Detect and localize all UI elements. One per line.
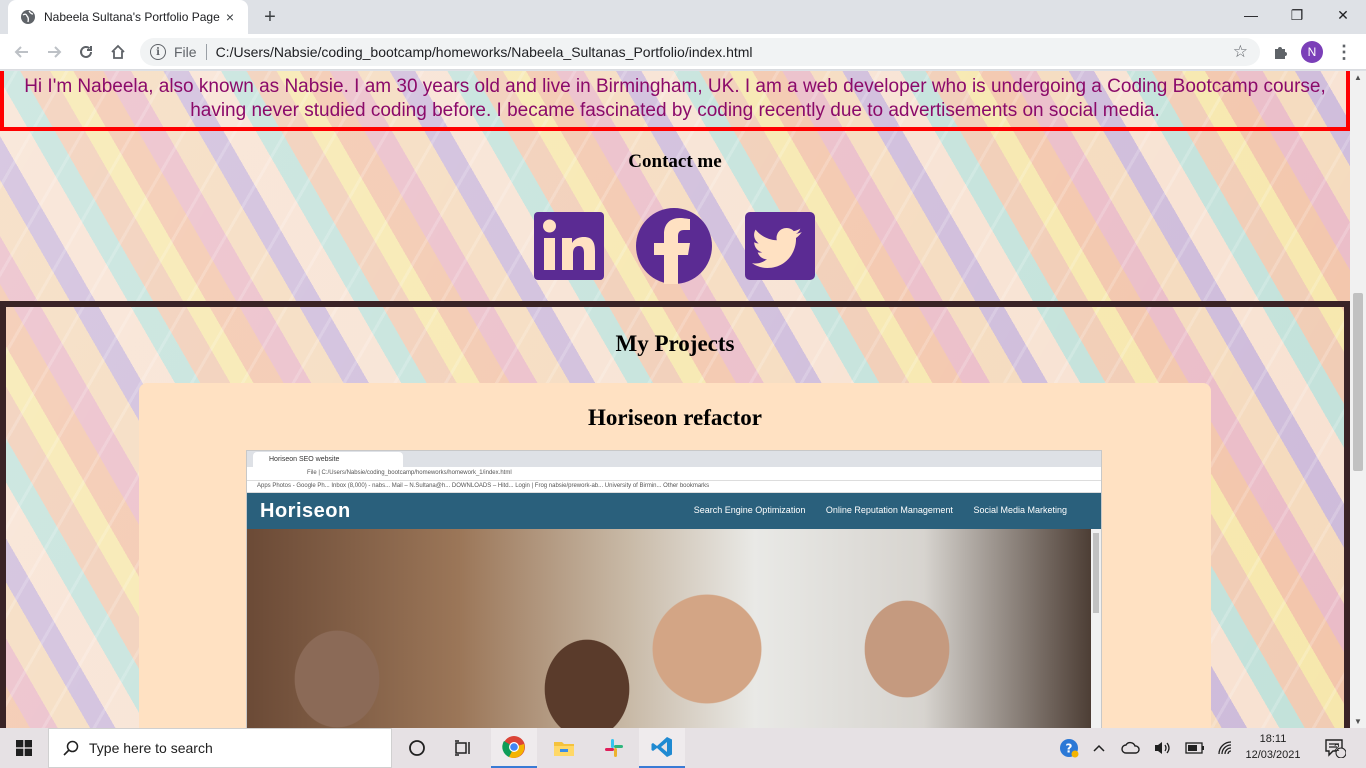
extensions-puzzle-icon[interactable] [1270,40,1290,64]
facebook-icon [636,208,712,284]
chrome-taskbar-icon[interactable] [491,728,537,768]
screenshot-nav-item: Social Media Marketing [973,505,1067,515]
screenshot-address-bar: File | C:/Users/Nabsie/coding_bootcamp/h… [247,467,1101,481]
back-arrow-icon[interactable] [8,38,36,66]
taskbar-search-box[interactable]: Type here to search [48,728,392,768]
browser-toolbar: i File C:/Users/Nabsie/coding_bootcamp/h… [0,34,1366,70]
page-scrollbar[interactable]: ▲ ▼ [1350,71,1366,728]
scrollbar-thumb[interactable] [1353,293,1363,471]
reload-icon[interactable] [72,38,100,66]
battery-icon[interactable] [1184,738,1206,758]
twitter-link[interactable] [741,207,819,285]
new-tab-button[interactable]: + [258,5,282,29]
projects-section: My Projects Horiseon refactor Horiseon S… [0,301,1350,728]
screenshot-tab-title: Horiseon SEO website [253,452,403,467]
clock-date: 12/03/2021 [1245,749,1301,761]
restore-button[interactable]: ❐ [1274,0,1320,30]
windows-taskbar: Type here to search ? 18:11 12/03/2021 2 [0,728,1366,768]
taskbar-clock[interactable]: 18:11 12/03/2021 [1240,731,1306,763]
notification-count: 2 [1334,743,1340,754]
browser-tab-strip: Nabeela Sultana's Portfolio Page × + — ❐… [0,0,1366,34]
task-view-cortana-icon[interactable] [394,728,440,768]
linkedin-link[interactable] [530,207,608,285]
search-icon [63,740,79,756]
tab-title: Nabeela Sultana's Portfolio Page [44,10,220,24]
screenshot-nav: Search Engine Optimization Online Reputa… [676,505,1067,515]
onedrive-cloud-icon[interactable] [1120,738,1142,758]
windows-start-button[interactable] [0,728,48,768]
screenshot-bookmarks-bar: Apps Photos - Google Ph... Inbox (8,000)… [247,481,1101,493]
screenshot-tab-strip: Horiseon SEO website [247,451,1101,467]
home-icon[interactable] [104,38,132,66]
browser-tab[interactable]: Nabeela Sultana's Portfolio Page × [8,0,248,34]
screenshot-scrollbar [1091,529,1101,728]
address-scheme-label: File [174,44,197,60]
file-explorer-icon[interactable] [541,728,587,768]
bookmark-star-icon[interactable]: ☆ [1233,42,1248,62]
browser-menu-icon[interactable]: ⋮ [1335,40,1353,64]
windows-logo-icon [16,740,32,756]
slack-icon[interactable] [591,728,637,768]
screenshot-nav-item: Search Engine Optimization [693,505,806,515]
volume-icon[interactable] [1152,738,1172,758]
project-screenshot[interactable]: Horiseon SEO website File | C:/Users/Nab… [246,450,1102,728]
screenshot-nav-item: Online Reputation Management [825,505,953,515]
task-view-icon[interactable] [440,728,486,768]
help-badge-icon[interactable]: ? [1058,738,1080,758]
projects-heading: My Projects [615,331,735,356]
project-card[interactable]: Horiseon refactor Horiseon SEO website F… [139,383,1211,728]
forward-arrow-icon[interactable] [40,38,68,66]
project-title: Horiseon refactor [588,405,762,430]
contact-heading: Contact me [628,151,722,172]
tab-close-icon[interactable]: × [222,9,238,25]
twitter-icon [745,212,815,280]
facebook-link[interactable] [635,207,713,285]
svg-text:?: ? [1066,742,1073,756]
minimize-button[interactable]: — [1228,0,1274,30]
notification-center-icon[interactable]: 2 [1322,738,1348,758]
address-separator [205,44,207,60]
globe-icon [20,9,36,25]
address-bar[interactable]: i File C:/Users/Nabsie/coding_bootcamp/h… [140,38,1260,66]
profile-avatar[interactable]: N [1301,41,1323,63]
scroll-down-arrow-icon[interactable]: ▼ [1354,717,1362,726]
vscode-icon[interactable] [639,728,685,768]
screenshot-logo: Horiseon [260,500,351,522]
about-section: Hi I'm Nabeela, also known as Nabsie. I … [0,71,1350,131]
wifi-icon[interactable] [1216,738,1236,758]
clock-time: 18:11 [1259,733,1287,745]
scroll-up-arrow-icon[interactable]: ▲ [1354,73,1362,82]
linkedin-icon [534,212,604,280]
address-url[interactable]: C:/Users/Nabsie/coding_bootcamp/homework… [216,44,753,60]
screenshot-hero-image [247,529,1093,728]
close-window-button[interactable]: ✕ [1320,0,1366,30]
about-text: Hi I'm Nabeela, also known as Nabsie. I … [24,76,1326,121]
screenshot-site-header: Horiseon Search Engine Optimization Onli… [247,493,1101,529]
taskbar-search-placeholder: Type here to search [89,740,213,756]
page-viewport: Hi I'm Nabeela, also known as Nabsie. I … [0,71,1366,728]
chevron-up-icon[interactable] [1090,738,1108,758]
info-icon[interactable]: i [150,44,166,60]
